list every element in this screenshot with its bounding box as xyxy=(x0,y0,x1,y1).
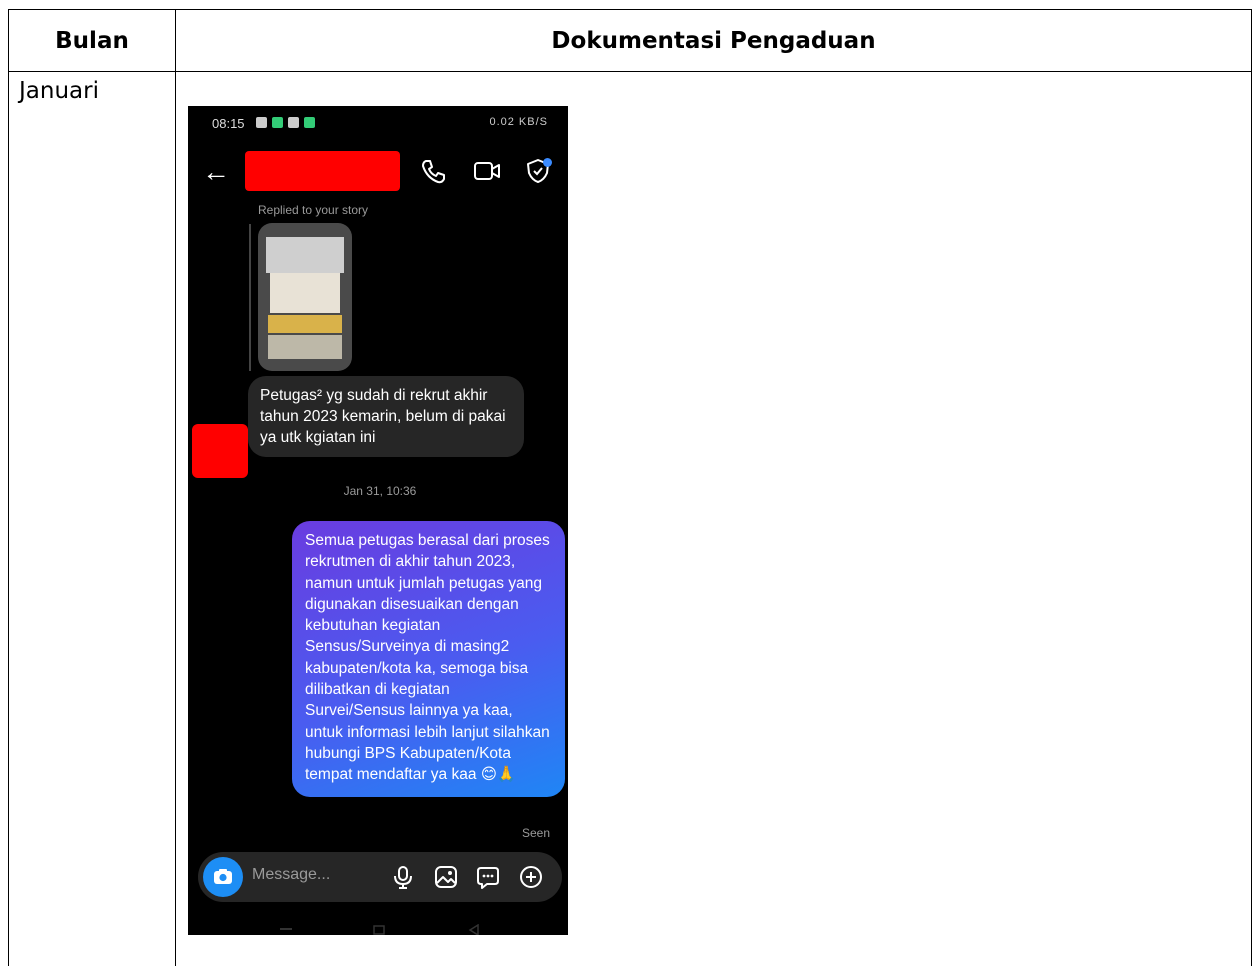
column-divider xyxy=(175,10,176,966)
app-status-icon xyxy=(288,117,299,128)
home-nav-icon xyxy=(373,925,385,935)
camera-button[interactable] xyxy=(203,857,243,897)
status-app-icons xyxy=(256,117,315,128)
story-thumbnail[interactable] xyxy=(258,223,352,371)
message-timestamp: Jan 31, 10:36 xyxy=(343,484,417,498)
video-call-icon[interactable] xyxy=(472,156,502,186)
phone-call-icon[interactable] xyxy=(418,156,448,186)
seen-label: Seen xyxy=(521,826,550,840)
add-icon[interactable] xyxy=(518,864,544,890)
cell-month: Januari xyxy=(19,78,99,104)
header-month: Bulan xyxy=(55,27,129,54)
menu-nav-icon xyxy=(280,928,292,930)
incoming-message: Petugas² yg sudah di rekrut akhir tahun … xyxy=(248,376,524,457)
camera-icon xyxy=(214,869,232,884)
status-time: 08:15 xyxy=(212,116,245,131)
message-input[interactable]: Message... xyxy=(252,866,330,884)
gallery-icon[interactable] xyxy=(433,864,459,890)
system-nav-bar xyxy=(280,924,479,935)
chat-status-icon xyxy=(272,117,283,128)
notification-dot xyxy=(543,158,552,167)
redacted-avatar xyxy=(192,424,248,478)
app2-status-icon xyxy=(304,117,315,128)
redacted-username xyxy=(245,151,400,191)
sticker-icon[interactable] xyxy=(475,864,501,890)
instagram-status-icon xyxy=(256,117,267,128)
microphone-icon[interactable] xyxy=(390,864,416,890)
reply-line xyxy=(249,224,251,371)
header-documentation: Dokumentasi Pengaduan xyxy=(551,27,876,54)
back-nav-icon xyxy=(468,924,479,935)
message-composer[interactable]: Message... xyxy=(198,852,562,902)
back-arrow-icon[interactable]: ← xyxy=(202,158,230,186)
chat-screenshot: 08:15 0.02 KB/S ← Replied to your story … xyxy=(188,106,568,935)
outgoing-message: Semua petugas berasal dari proses rekrut… xyxy=(292,521,565,797)
status-network: 0.02 KB/S xyxy=(489,116,548,128)
replied-label: Replied to your story xyxy=(258,203,369,217)
header-divider xyxy=(9,71,1251,72)
